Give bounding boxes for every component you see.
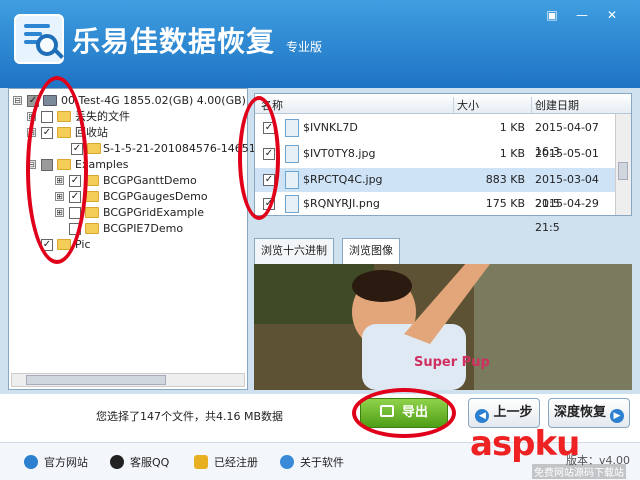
column-date[interactable]: 创建日期: [531, 97, 579, 113]
file-list-vertical-scrollbar[interactable]: [615, 114, 631, 215]
file-name: $IVT0TY8.jpg: [303, 147, 376, 160]
folder-icon: [85, 207, 99, 218]
registered-label: 已经注册: [214, 456, 258, 469]
file-row[interactable]: ✓ $IVNKL7D 1 KB 2015-04-07 16:3: [255, 116, 615, 158]
minimize-button[interactable]: —: [572, 6, 592, 24]
tree-item-label: BCGPGridExample: [103, 206, 204, 219]
app-title: 乐易佳数据恢复: [72, 25, 276, 58]
file-size: 1 KB: [499, 121, 525, 134]
folder-icon: [85, 223, 99, 234]
tree-item-label: BCGPGaugesDemo: [103, 190, 208, 203]
deep-recovery-label: 深度恢复: [553, 405, 606, 420]
tab-image[interactable]: 浏览图像: [342, 238, 400, 264]
column-size[interactable]: 大小: [453, 97, 479, 113]
file-row[interactable]: ✓ $IVT0TY8.jpg 1 KB 2015-05-01 10:1: [255, 142, 615, 184]
collapse-icon[interactable]: ⊟: [13, 96, 22, 105]
image-file-icon: [285, 171, 299, 189]
official-site-label: 官方网站: [44, 456, 88, 469]
ie-icon: [24, 455, 38, 469]
file-name: $IVNKL7D: [303, 121, 358, 134]
key-icon: [194, 455, 208, 469]
tree-item-label: BCGPIE7Demo: [103, 222, 184, 235]
file-name: $RPCTQ4C.jpg: [303, 173, 383, 186]
watermark: aspku 免费网站源码下载站: [470, 420, 640, 480]
file-row[interactable]: ✓ $RQNYRJI.png 175 KB 2015-04-29 21:5: [255, 192, 615, 234]
file-size: 883 KB: [485, 173, 525, 186]
annotation-oval-export: [352, 388, 456, 438]
annotation-oval-tree: [26, 76, 88, 264]
tree-item-label: S-1-5-21-201084576-14651: [103, 142, 256, 155]
qq-icon: [110, 455, 124, 469]
about-label: 关于软件: [300, 456, 344, 469]
tree-horizontal-scrollbar[interactable]: [11, 373, 245, 387]
app-edition: 专业版: [286, 40, 323, 54]
tree-item-label: BCGPGanttDemo: [103, 174, 197, 187]
preview-photo: Super Pup: [254, 264, 632, 390]
file-icon: [285, 119, 299, 137]
preview-tabs: 浏览十六进制 浏览图像: [254, 238, 632, 264]
image-file-icon: [285, 195, 299, 213]
watermark-text: aspku: [470, 424, 580, 464]
file-name: $RQNYRJI.png: [303, 197, 380, 210]
image-file-icon: [285, 145, 299, 163]
close-button[interactable]: ✕: [602, 6, 622, 24]
image-preview: Super Pup: [254, 264, 632, 390]
tree-item-label: 00 Test-4G 1855.02(GB) 4.00(GB): [61, 94, 246, 107]
file-size: 175 KB: [485, 197, 525, 210]
folder-icon: [85, 191, 99, 202]
app-logo-icon: [14, 14, 64, 64]
shirt-text: Super Pup: [414, 355, 490, 370]
file-list-header: 名称 大小 创建日期: [255, 94, 631, 114]
selection-status: 您选择了147个文件，共4.16 MB数据: [96, 410, 284, 423]
support-qq-label: 客服QQ: [130, 456, 170, 469]
info-icon: [280, 455, 294, 469]
file-size: 1 KB: [499, 147, 525, 160]
tab-hex[interactable]: 浏览十六进制: [254, 238, 334, 264]
prev-step-label: 上一步: [493, 405, 533, 420]
watermark-subtext: 免费网站源码下载站: [532, 464, 626, 479]
title-bar: 乐易佳数据恢复 专业版 ▣ — ✕: [0, 0, 640, 88]
folder-icon: [87, 143, 101, 154]
file-date: 2015-04-29 21:5: [535, 197, 599, 234]
annotation-oval-checkboxes: [238, 96, 280, 220]
file-list: 名称 大小 创建日期 ✓ $IVNKL7D 1 KB 2015-04-07 16…: [254, 93, 632, 234]
skin-button[interactable]: ▣: [542, 6, 562, 24]
file-row-selected[interactable]: ✓ $RPCTQ4C.jpg 883 KB 2015-03-04 21:5: [255, 168, 615, 210]
